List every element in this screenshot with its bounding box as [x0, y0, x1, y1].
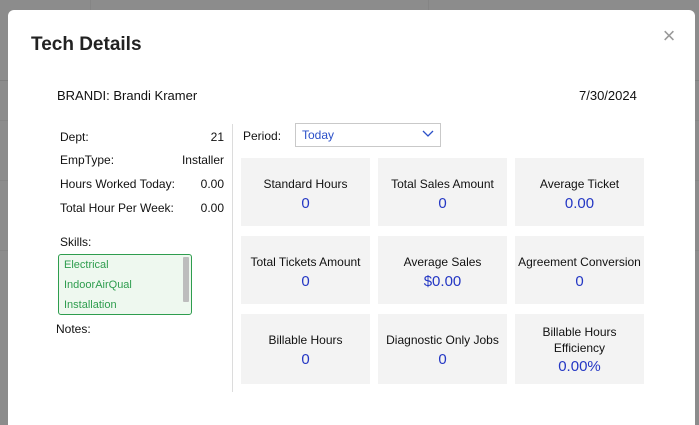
tile-billable-hours-efficiency: Billable Hours Efficiency 0.00%: [515, 314, 644, 384]
dept-label: Dept:: [60, 130, 89, 144]
skill-item[interactable]: Electrical: [59, 255, 191, 275]
period-label: Period:: [243, 129, 282, 143]
tile-value: 0: [301, 351, 310, 368]
tile-label: Diagnostic Only Jobs: [386, 333, 499, 347]
column-divider: [232, 124, 233, 392]
tile-total-tickets-amount: Total Tickets Amount 0: [241, 236, 370, 304]
tile-value: 0: [301, 195, 310, 212]
dept-row: Dept: 21: [60, 130, 224, 144]
tile-value: 0.00%: [558, 358, 601, 375]
period-selected-value: Today: [302, 128, 335, 142]
chevron-down-icon: [422, 130, 434, 137]
skill-item[interactable]: IndoorAirQual: [59, 275, 191, 295]
tile-label: Total Tickets Amount: [250, 255, 361, 269]
hours-week-label: Total Hour Per Week:: [60, 201, 174, 215]
hours-week-value: 0.00: [200, 201, 224, 215]
hours-today-value: 0.00: [200, 177, 224, 191]
tile-label: Standard Hours: [263, 177, 348, 191]
tile-value: 0: [438, 351, 447, 368]
tile-standard-hours: Standard Hours 0: [241, 158, 370, 226]
tile-label: Billable Hours Efficiency: [542, 325, 617, 355]
tile-value: 0: [301, 273, 310, 290]
tile-value: 0: [575, 273, 584, 290]
tile-label: Total Sales Amount: [391, 177, 494, 191]
emptype-value: Installer: [181, 153, 224, 167]
hours-week-row: Total Hour Per Week: 0.00: [60, 201, 224, 215]
tile-billable-hours: Billable Hours 0: [241, 314, 370, 384]
tile-label: Billable Hours: [268, 333, 343, 347]
tile-average-ticket: Average Ticket 0.00: [515, 158, 644, 226]
tile-label: Average Ticket: [539, 177, 620, 191]
close-button[interactable]: ×: [660, 25, 678, 47]
tile-label: Average Sales: [403, 255, 482, 269]
hours-today-label: Hours Worked Today:: [60, 177, 175, 191]
tile-value: 0.00: [564, 195, 595, 212]
skills-scrollbar[interactable]: [183, 257, 189, 302]
dept-value: 21: [210, 130, 224, 144]
tile-total-sales-amount: Total Sales Amount 0: [378, 158, 507, 226]
period-select[interactable]: Today: [295, 123, 441, 147]
tech-name: BRANDI: Brandi Kramer: [57, 88, 198, 103]
skills-label: Skills:: [60, 235, 92, 249]
modal-title: Tech Details: [31, 34, 142, 55]
tile-diagnostic-only-jobs: Diagnostic Only Jobs 0: [378, 314, 507, 384]
tile-agreement-conversion: Agreement Conversion 0: [515, 236, 644, 304]
tile-value: 0: [438, 195, 447, 212]
tile-label: Agreement Conversion: [518, 255, 641, 269]
emptype-label: EmpType:: [60, 153, 115, 167]
close-icon: ×: [662, 23, 676, 48]
notes-label: Notes:: [56, 322, 91, 336]
skills-list[interactable]: Electrical IndoorAirQual Installation: [58, 254, 192, 315]
hours-today-row: Hours Worked Today: 0.00: [60, 177, 224, 191]
skill-item[interactable]: Installation: [59, 295, 191, 314]
tech-details-modal: Tech Details × BRANDI: Brandi Kramer 7/3…: [8, 10, 695, 425]
emptype-row: EmpType: Installer: [60, 153, 224, 167]
tile-average-sales: Average Sales $0.00: [378, 236, 507, 304]
tech-date: 7/30/2024: [579, 88, 637, 103]
tile-value: $0.00: [423, 273, 462, 290]
